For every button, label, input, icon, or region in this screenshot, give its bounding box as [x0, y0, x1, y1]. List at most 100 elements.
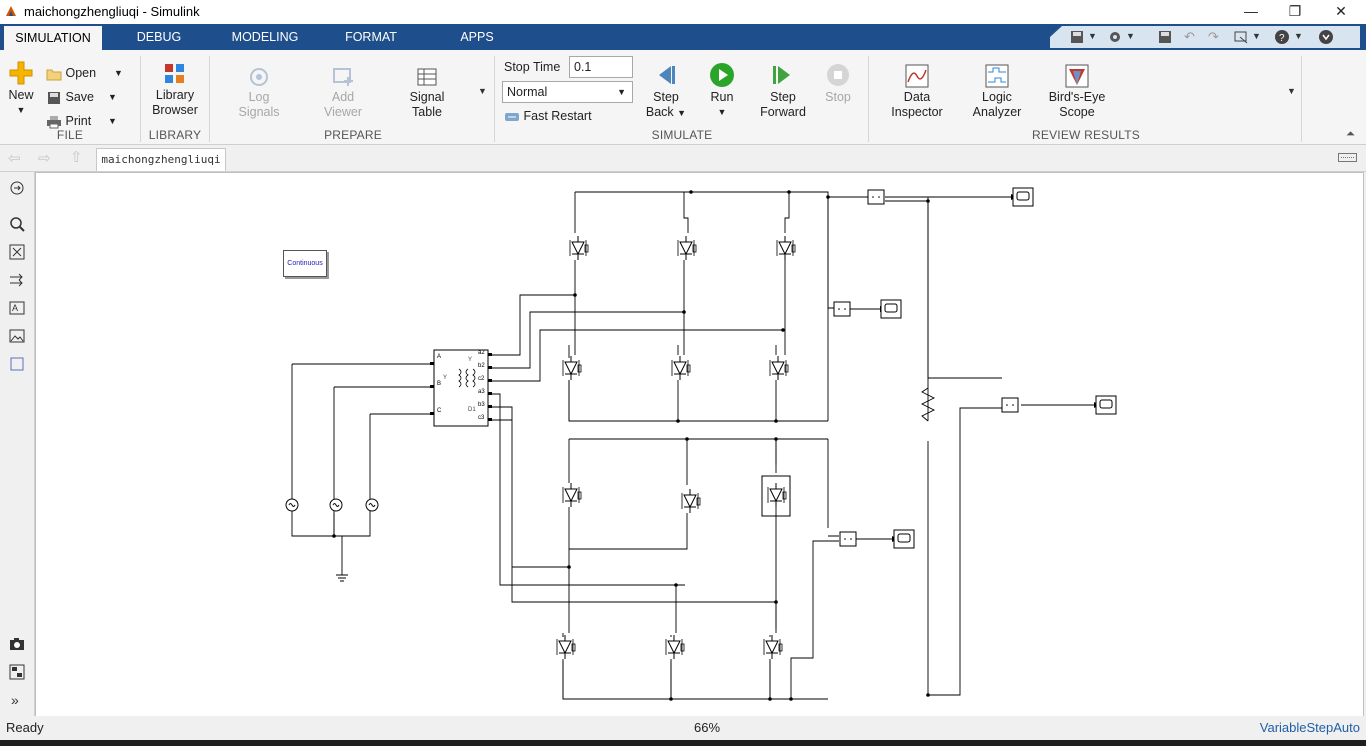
transformer-label-y-secondary: Y [468, 357, 473, 363]
fit-to-view-icon[interactable] [9, 244, 25, 260]
add-viewer-label-2: Viewer [324, 105, 362, 119]
tab-format[interactable]: FORMAT [334, 24, 408, 50]
transformer-port-c2: c2 [478, 376, 485, 382]
birds-eye-scope-icon [1065, 64, 1089, 88]
tab-debug[interactable]: DEBUG [124, 24, 194, 50]
library-group: Library Browser LIBRARY [141, 56, 210, 142]
transformer-port-b: B [437, 381, 442, 387]
library-browser-label-2: Browser [152, 103, 198, 117]
redo-icon[interactable]: ↷ [1208, 29, 1219, 45]
chevron-down-icon: ▼ [617, 87, 626, 97]
prepare-expand-icon[interactable]: ▼ [478, 86, 487, 96]
prepare-group-label: PREPARE [324, 128, 382, 142]
screenshot-camera-icon[interactable] [9, 636, 25, 652]
library-browser-button[interactable]: Library Browser [145, 62, 205, 118]
prepare-group: Log Signals Add Viewer Signal Table PREP… [212, 56, 495, 142]
step-forward-label-1: Step [770, 90, 796, 104]
data-inspector-label-1: Data [903, 90, 931, 104]
stop-label: Stop [825, 90, 851, 104]
hide-show-browser-icon[interactable] [9, 180, 25, 196]
area-icon[interactable] [9, 356, 25, 372]
floppy-icon [48, 91, 60, 104]
signal-table-button[interactable]: Signal Table [394, 66, 460, 120]
svg-text:A: A [12, 303, 18, 313]
zoom-icon[interactable] [9, 216, 25, 232]
signal-table-label-2: Table [412, 105, 442, 119]
forward-arrow-icon[interactable]: ⇨ [38, 149, 51, 167]
minimize-button[interactable]: — [1228, 0, 1274, 24]
ribbon: New ▼ Open ▼ Save ▼ Print ▼ FILE Library… [0, 50, 1366, 145]
expand-palette-icon[interactable]: » [11, 692, 19, 708]
data-inspector-label-2: Inspector [891, 105, 943, 119]
transformer-port-b3: b3 [478, 402, 485, 408]
model-canvas[interactable]: Continuous A B C a2 b2 c2 a3 b3 c3 Y Y D… [35, 172, 1364, 717]
transformer-label-d1: D1 [468, 407, 476, 413]
log-signals-label-1: Log [248, 90, 270, 104]
data-inspector-icon [905, 64, 929, 88]
file-group-label: FILE [56, 128, 84, 142]
step-back-button[interactable]: Step Back ▼ [640, 62, 692, 121]
logic-analyzer-label-2: Analyzer [972, 105, 1022, 119]
save-dropdown-icon[interactable]: ▼ [1088, 31, 1097, 41]
save-all-icon[interactable] [1158, 30, 1172, 44]
undo-icon[interactable]: ↶ [1184, 29, 1195, 45]
step-back-icon [659, 66, 675, 84]
stop-time-input[interactable]: 0.1 [569, 56, 633, 78]
back-arrow-icon[interactable]: ⇦ [8, 149, 21, 167]
simulate-group: Stop Time 0.1 Normal ▼ Fast Restart Step… [496, 56, 869, 142]
transformer-port-c: C [437, 408, 442, 414]
collapse-toolstrip-icon[interactable]: ⏶ [1346, 128, 1355, 141]
tab-modeling[interactable]: MODELING [220, 24, 310, 50]
new-plus-icon [9, 61, 33, 85]
log-signals-button[interactable]: Log Signals [226, 66, 292, 120]
fast-restart-button[interactable]: Fast Restart [504, 106, 592, 126]
logic-analyzer-button[interactable]: Logic Analyzer [959, 64, 1035, 120]
up-arrow-icon[interactable]: ⇧ [70, 148, 83, 166]
library-browser-label-1: Library [155, 88, 195, 102]
data-inspector-button[interactable]: Data Inspector [879, 64, 955, 120]
window-dropdown-icon[interactable]: ▼ [1252, 31, 1261, 41]
tab-apps[interactable]: APPS [448, 24, 506, 50]
solver-link[interactable]: VariableStepAuto [1260, 720, 1360, 735]
print-label: Print [65, 114, 92, 128]
birds-eye-scope-button[interactable]: Bird's-Eye Scope [1039, 64, 1115, 120]
run-button[interactable]: Run ▼ [698, 62, 746, 120]
model-tab[interactable]: maichongzhengliuqi [96, 148, 226, 171]
step-forward-label-2: Forward [760, 105, 806, 119]
run-play-icon [710, 63, 734, 87]
close-button[interactable]: ✕ [1318, 0, 1364, 24]
review-expand-icon[interactable]: ▼ [1287, 86, 1296, 96]
log-signals-label-2: Signals [238, 105, 280, 119]
library-browser-icon [165, 64, 184, 83]
status-bar: Ready 66% VariableStepAuto [0, 716, 1366, 740]
transformer-port-b2: b2 [478, 363, 485, 369]
save-label: Save [65, 90, 94, 104]
save-button[interactable]: Save ▼ [46, 87, 136, 107]
settings-icon[interactable] [1108, 30, 1122, 44]
settings-dropdown-icon[interactable]: ▼ [1126, 31, 1135, 41]
route-lines-icon[interactable] [9, 272, 25, 288]
open-label: Open [65, 66, 97, 80]
printer-icon [47, 115, 61, 129]
open-window-icon[interactable] [1234, 30, 1248, 44]
image-icon[interactable] [9, 328, 25, 344]
help-dropdown-icon[interactable]: ▼ [1294, 31, 1303, 41]
simulation-mode-select[interactable]: Normal ▼ [502, 81, 633, 103]
transformer-port-c3: c3 [478, 415, 485, 421]
step-forward-button[interactable]: Step Forward [754, 62, 812, 120]
maximize-button[interactable]: ❐ [1272, 0, 1318, 24]
step-forward-icon [773, 66, 790, 84]
stop-button[interactable]: Stop [818, 62, 858, 105]
new-button[interactable]: New ▼ [4, 60, 38, 118]
add-viewer-button[interactable]: Add Viewer [310, 66, 376, 120]
collapse-ribbon-icon[interactable] [1318, 29, 1334, 45]
save-icon[interactable] [1070, 30, 1084, 44]
help-icon[interactable]: ? [1274, 29, 1290, 45]
model-browser-icon[interactable] [9, 664, 25, 680]
zoom-level[interactable]: 66% [694, 720, 720, 735]
open-button[interactable]: Open ▼ [46, 63, 136, 83]
hide-explorer-icon[interactable] [1338, 153, 1358, 163]
annotation-icon[interactable]: A [9, 300, 25, 316]
tab-simulation[interactable]: SIMULATION [4, 24, 102, 52]
folder-icon [46, 69, 62, 81]
